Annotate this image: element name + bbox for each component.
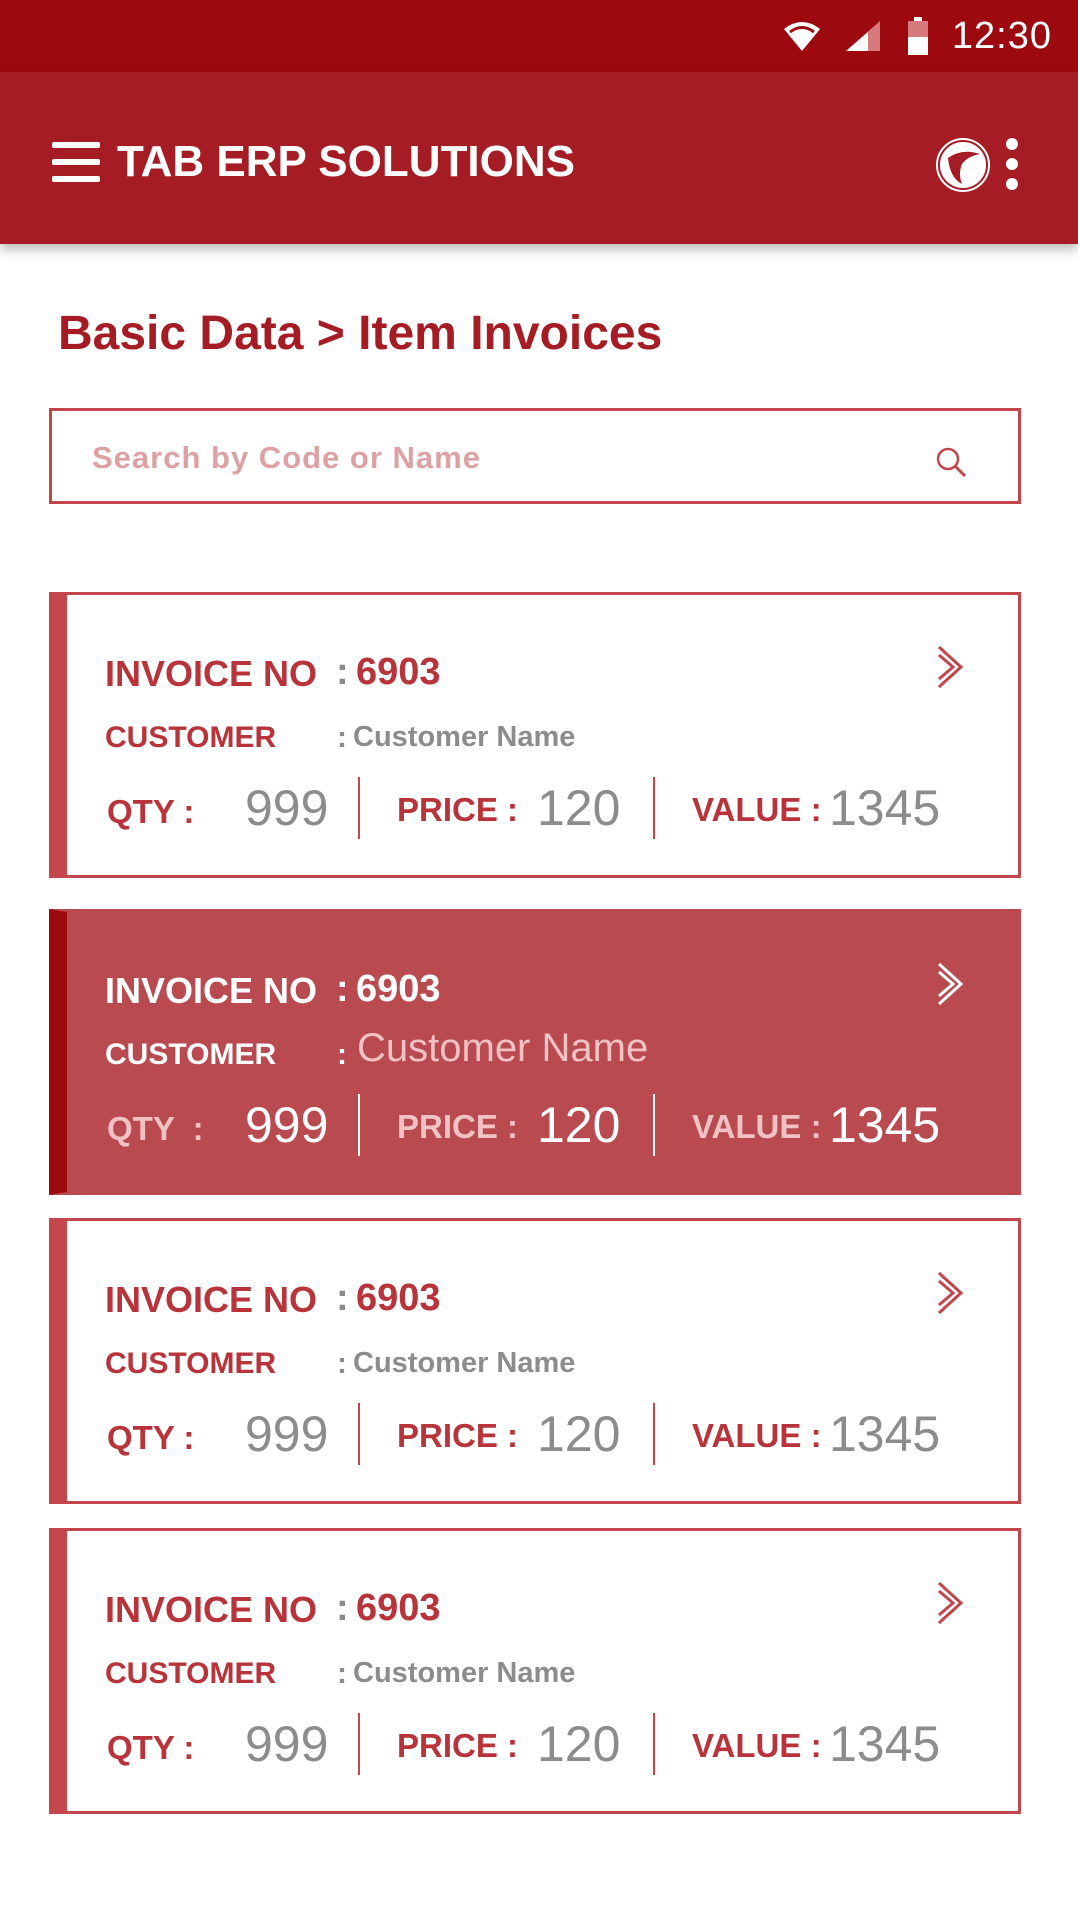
divider (653, 1094, 655, 1156)
invoice-no-label: INVOICE NO (105, 970, 318, 1011)
invoice-no-value: 6903 (356, 1587, 441, 1629)
wifi-icon (783, 22, 820, 51)
customer-value: Customer Name (353, 1347, 576, 1379)
customer-colon: : (337, 1657, 347, 1690)
divider (358, 1403, 360, 1465)
app-bar: TAB ERP SOLUTIONS (0, 72, 1078, 244)
price-value: 120 (537, 1406, 621, 1462)
price-value: 120 (537, 1097, 621, 1153)
search-input[interactable] (90, 429, 914, 487)
divider (653, 1403, 655, 1465)
invoice-card[interactable]: INVOICE NO : 6903 CUSTOMER : Customer Na… (49, 592, 1021, 878)
price-label: PRICE : (397, 1727, 519, 1764)
battery-icon (907, 17, 928, 55)
invoice-no-colon: : (336, 1587, 349, 1629)
divider (653, 1713, 655, 1775)
price-label: PRICE : (397, 1108, 519, 1145)
qty-value: 999 (245, 1097, 329, 1153)
customer-value: Customer Name (353, 1657, 576, 1689)
price-value: 120 (537, 1716, 621, 1772)
qty-label: QTY : (107, 1729, 195, 1766)
invoice-card[interactable]: INVOICE NO : 6903 CUSTOMER : Customer Na… (49, 1528, 1021, 1814)
invoice-no-colon: : (336, 968, 349, 1010)
invoice-no-value: 6903 (356, 651, 441, 693)
cell-signal-icon (845, 21, 880, 51)
status-time: 12:30 (951, 14, 1052, 57)
price-label: PRICE : (397, 791, 519, 828)
chevron-right-icon[interactable] (935, 1269, 967, 1317)
breadcrumb: Basic Data > Item Invoices (58, 307, 663, 360)
value-label: VALUE : (692, 1727, 822, 1764)
customer-label: CUSTOMER (105, 721, 277, 754)
search-icon[interactable] (934, 445, 968, 479)
value-label: VALUE : (692, 1417, 822, 1454)
customer-colon: : (337, 1347, 347, 1380)
value-label: VALUE : (692, 791, 822, 828)
invoice-no-value: 6903 (356, 1277, 441, 1319)
menu-icon[interactable] (52, 142, 100, 182)
invoice-no-label: INVOICE NO (105, 1589, 318, 1630)
chevron-right-icon[interactable] (935, 643, 967, 691)
qty-label: QTY : (107, 1110, 204, 1147)
invoice-no-colon: : (336, 1277, 349, 1319)
value-value: 1345 (829, 780, 941, 836)
invoice-no-label: INVOICE NO (105, 1279, 318, 1320)
customer-label: CUSTOMER (105, 1657, 277, 1690)
price-label: PRICE : (397, 1417, 519, 1454)
divider (358, 1094, 360, 1156)
customer-label: CUSTOMER (105, 1038, 277, 1071)
customer-value: Customer Name (357, 1026, 649, 1070)
qty-value: 999 (245, 1406, 329, 1462)
divider (358, 777, 360, 839)
qty-value: 999 (245, 1716, 329, 1772)
invoice-no-colon: : (336, 651, 349, 693)
value-value: 1345 (829, 1716, 941, 1772)
app-title: TAB ERP SOLUTIONS (117, 137, 575, 186)
value-value: 1345 (829, 1406, 941, 1462)
qty-label: QTY : (107, 1419, 195, 1456)
status-icons: 12:30 (782, 0, 1052, 72)
price-value: 120 (537, 780, 621, 836)
divider (358, 1713, 360, 1775)
value-value: 1345 (829, 1097, 941, 1153)
invoice-no-label: INVOICE NO (105, 653, 318, 694)
app-logo-icon[interactable] (932, 134, 994, 196)
value-label: VALUE : (692, 1108, 822, 1145)
invoice-card[interactable]: INVOICE NO : 6903 CUSTOMER : Customer Na… (49, 1218, 1021, 1504)
customer-colon: : (337, 1038, 347, 1071)
customer-value: Customer Name (353, 721, 576, 753)
status-bar: 12:30 (0, 0, 1078, 72)
qty-label: QTY : (107, 793, 195, 830)
chevron-right-icon[interactable] (935, 960, 967, 1008)
qty-value: 999 (245, 780, 329, 836)
customer-label: CUSTOMER (105, 1347, 277, 1380)
divider (653, 777, 655, 839)
chevron-right-icon[interactable] (935, 1579, 967, 1627)
invoice-no-value: 6903 (356, 968, 441, 1010)
customer-colon: : (337, 721, 347, 754)
search-box[interactable] (49, 408, 1021, 504)
invoice-card-selected[interactable]: INVOICE NO : 6903 CUSTOMER : Customer Na… (49, 909, 1021, 1195)
more-vert-icon[interactable] (1004, 138, 1020, 192)
